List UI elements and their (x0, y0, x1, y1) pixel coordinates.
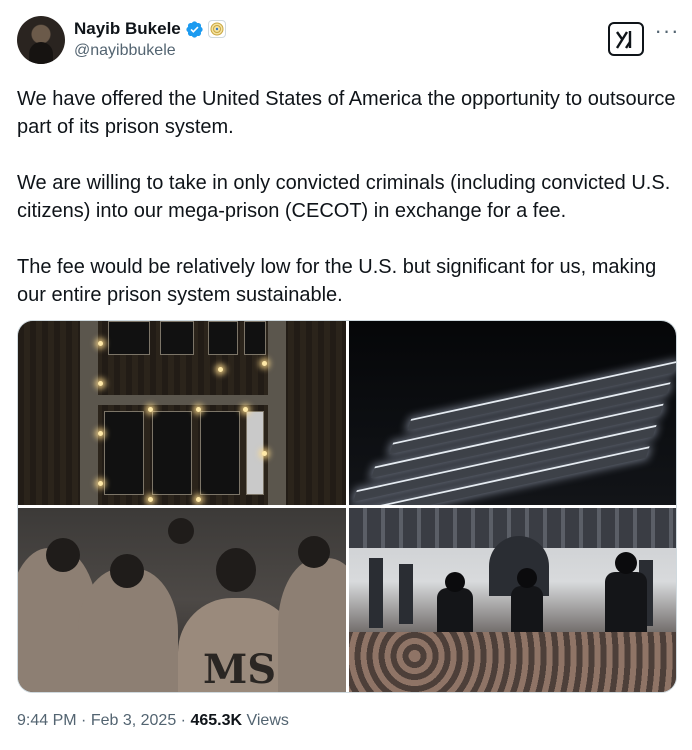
hall-window (399, 564, 413, 624)
author-handle[interactable]: @nayibbukele (74, 42, 226, 60)
grok-button[interactable] (608, 22, 644, 56)
floodlight (148, 407, 153, 412)
guard-helmet (445, 572, 465, 592)
floodlight (98, 431, 103, 436)
prison-complex (349, 346, 676, 505)
tweet-header: Nayib Bukele @nayibbukele ··· (17, 16, 680, 66)
building (108, 321, 150, 355)
grok-icon (615, 31, 632, 49)
oblique-night-prison-photo[interactable] (349, 321, 676, 505)
views-count[interactable]: 465.3K (190, 712, 242, 729)
guard-helmet (517, 568, 537, 588)
verified-badge-icon (186, 20, 203, 38)
floodlight (196, 407, 201, 412)
road (268, 321, 286, 505)
inmates-closeup-photo[interactable]: MS (18, 508, 346, 692)
media-grid: MS (17, 320, 677, 693)
guard-helmet (615, 552, 637, 574)
tweet-paragraph: We have offered the United States of Ame… (17, 88, 676, 138)
inmate-head (168, 518, 194, 544)
floodlight (243, 407, 248, 412)
tweet-text: We have offered the United States of Ame… (17, 85, 677, 309)
floodlight (98, 481, 103, 486)
inmate-back (278, 558, 346, 692)
avatar[interactable] (17, 16, 65, 64)
inmate-head (46, 538, 80, 572)
government-seal-icon (207, 20, 226, 38)
floodlight (218, 367, 223, 372)
inmate-head (298, 536, 330, 568)
building (160, 321, 194, 355)
road (80, 395, 286, 405)
road (80, 321, 98, 505)
separator: · (176, 712, 191, 729)
tweet-paragraph: We are willing to take in only convicted… (17, 172, 671, 222)
author-block: Nayib Bukele @nayibbukele (74, 18, 226, 60)
aerial-night-prison-photo[interactable] (18, 321, 346, 505)
floodlight (98, 381, 103, 386)
author-name[interactable]: Nayib Bukele (74, 19, 181, 39)
tweet-meta: 9:44 PM · Feb 3, 2025 · 465.3K Views (17, 712, 289, 730)
tattoo: MS (203, 646, 277, 692)
prison-hall-guards-photo[interactable] (349, 508, 676, 692)
building (152, 411, 192, 495)
seated-inmates (349, 632, 676, 692)
timestamp-date[interactable]: Feb 3, 2025 (91, 712, 176, 729)
building-row (349, 446, 650, 505)
avatar-figure (29, 42, 53, 64)
hall-window (369, 558, 383, 628)
inmate-head (110, 554, 144, 588)
building (104, 411, 144, 495)
floodlight (148, 497, 153, 502)
views-label: Views (242, 712, 289, 729)
building (208, 321, 238, 355)
separator: · (76, 712, 91, 729)
building (200, 411, 240, 495)
name-row: Nayib Bukele (74, 18, 226, 40)
floodlight (262, 361, 267, 366)
floodlight (196, 497, 201, 502)
inmate-head (216, 548, 256, 592)
building (244, 321, 266, 355)
floodlight (262, 451, 267, 456)
tweet-paragraph: The fee would be relatively low for the … (17, 256, 657, 306)
timestamp-time[interactable]: 9:44 PM (17, 712, 77, 729)
floodlight (98, 341, 103, 346)
more-options-button[interactable]: ··· (654, 20, 680, 48)
